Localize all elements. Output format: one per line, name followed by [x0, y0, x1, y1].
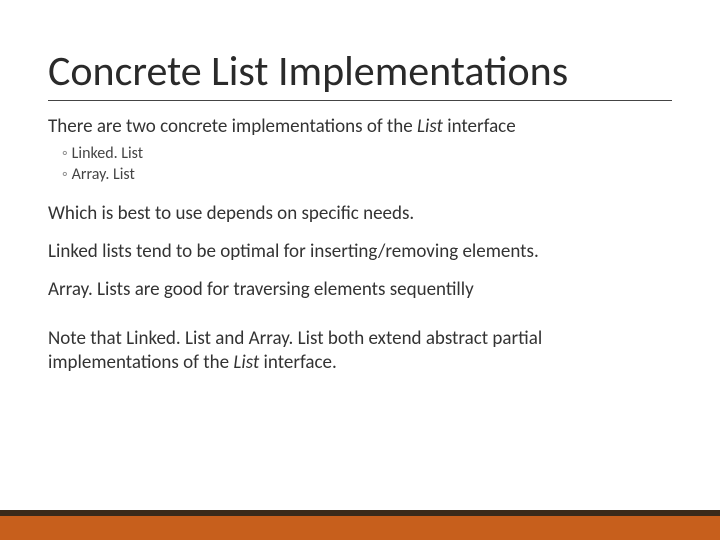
- intro-text-1: There are two concrete implementations o…: [48, 115, 417, 138]
- intro-paragraph: There are two concrete implementations o…: [48, 115, 672, 139]
- note-paragraph: Note that Linked. List and Array. List b…: [48, 327, 672, 375]
- note-text-2: interface.: [259, 351, 337, 374]
- paragraph-2: Linked lists tend to be optimal for inse…: [48, 240, 672, 264]
- footer-orange-stripe: [0, 516, 720, 540]
- list-item-label: Linked. List: [72, 144, 143, 163]
- paragraph-1: Which is best to use depends on specific…: [48, 202, 672, 226]
- footer-accent: [0, 506, 720, 540]
- sub-list: ◦Linked. List ◦Array. List: [62, 143, 672, 186]
- bullet-icon: ◦: [62, 144, 68, 163]
- list-item: ◦Linked. List: [62, 143, 672, 165]
- spacer: [48, 315, 672, 327]
- note-italic: List: [233, 351, 259, 374]
- intro-text-2: interface: [443, 115, 516, 138]
- slide: Concrete List Implementations There are …: [0, 0, 720, 540]
- list-item: ◦Array. List: [62, 164, 672, 186]
- paragraph-3: Array. Lists are good for traversing ele…: [48, 278, 672, 302]
- bullet-icon: ◦: [62, 165, 68, 184]
- list-item-label: Array. List: [72, 165, 135, 184]
- slide-title: Concrete List Implementations: [48, 50, 672, 101]
- intro-italic: List: [417, 115, 443, 138]
